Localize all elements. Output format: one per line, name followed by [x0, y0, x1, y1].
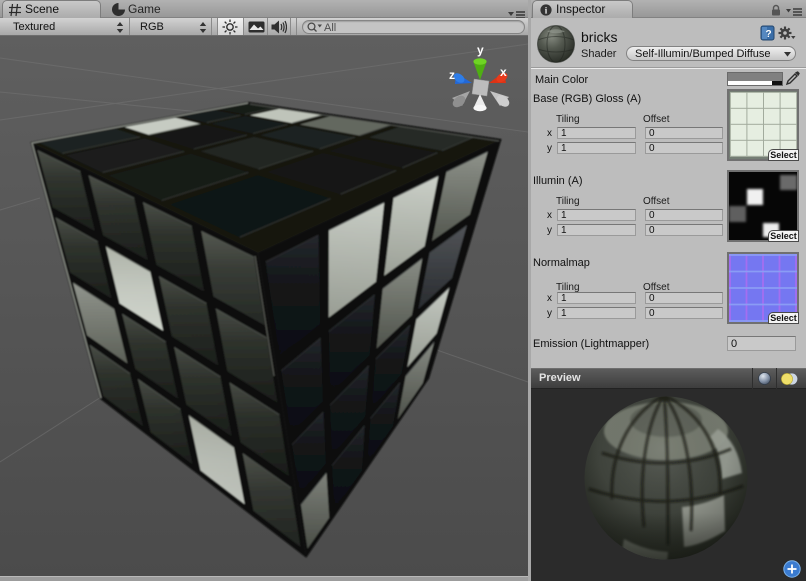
svg-text:?: ?: [766, 29, 772, 40]
svg-text:z: z: [449, 68, 455, 82]
svg-text:x: x: [500, 65, 507, 79]
svg-text:y: y: [477, 43, 484, 57]
